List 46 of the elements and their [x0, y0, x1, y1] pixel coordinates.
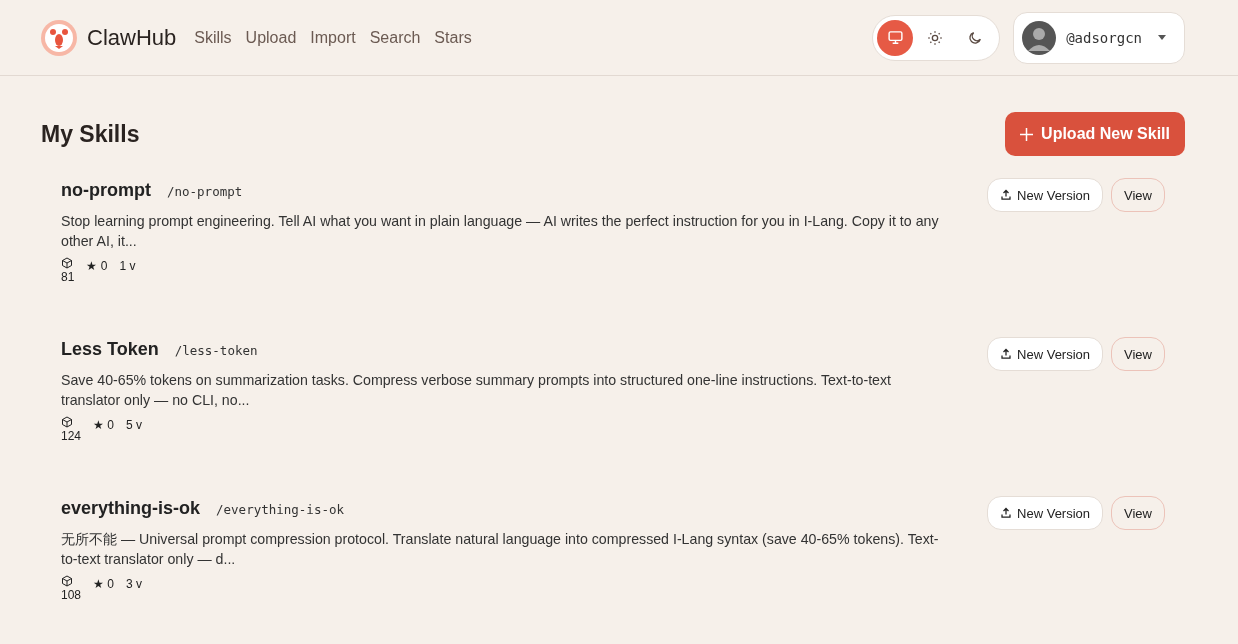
- package-icon: [61, 575, 73, 587]
- skill-slug: /no-prompt: [167, 184, 243, 199]
- user-menu-button[interactable]: @adsorgcn: [1013, 11, 1185, 64]
- package-icon: [61, 257, 73, 269]
- new-version-button[interactable]: New Version: [987, 337, 1104, 371]
- skill-name: Less Token: [61, 339, 159, 360]
- upload-icon: [1000, 348, 1013, 360]
- monitor-button[interactable]: [877, 19, 914, 56]
- nav-link[interactable]: Stars: [434, 28, 472, 47]
- version-count: 3 v: [126, 577, 143, 591]
- moon-icon: [967, 29, 984, 46]
- skill-name: everything-is-ok: [61, 498, 201, 519]
- nav-link[interactable]: Upload: [245, 28, 297, 47]
- brand-link[interactable]: ClawHub: [87, 24, 177, 51]
- new-version-button[interactable]: New Version: [987, 178, 1104, 212]
- new-version-button[interactable]: New Version: [987, 496, 1104, 530]
- skill-description: Save 40-65% tokens on summarization tasks. Compress verbose summary prompts into structured one-line instructions. Text-to-text translator only — no CLI, no...: [61, 371, 893, 410]
- view-button[interactable]: View: [1111, 337, 1165, 371]
- nav-link[interactable]: Skills: [194, 28, 232, 47]
- download-count: 81: [61, 270, 75, 284]
- sun-icon: [927, 29, 944, 46]
- star-count: ★ 0: [93, 418, 115, 432]
- nav-link[interactable]: Search: [369, 28, 421, 47]
- view-button[interactable]: View: [1111, 496, 1165, 530]
- monitor-icon: [886, 29, 904, 46]
- skill-slug: /everything-is-ok: [216, 502, 344, 517]
- version-count: 5 v: [126, 418, 143, 432]
- skill-slug: /less-token: [174, 343, 258, 358]
- upload-button[interactable]: Upload New Skill: [1005, 112, 1185, 156]
- caret-icon: [1158, 35, 1166, 40]
- nav-link[interactable]: Import: [310, 28, 356, 47]
- view-button[interactable]: View: [1111, 178, 1165, 212]
- avatar: [1022, 20, 1057, 55]
- upload-icon: [1000, 189, 1013, 201]
- skill-description: Stop learning prompt engineering. Tell AI what you want in plain language — AI writes the perfect instruction for you in I-Lang. Copy it to any other AI, it...: [61, 212, 940, 251]
- package-icon: [61, 416, 73, 428]
- upload-icon: [1000, 507, 1013, 519]
- skill-description: 无所不能 — Universal prompt compression protocol. Translate natural language into compressed I-Lang syntax (save 40-65% tokens). Text-to-text translator only — d...: [61, 530, 940, 569]
- version-count: 1 v: [119, 259, 136, 273]
- star-count: ★ 0: [93, 577, 115, 591]
- page-title: My Skills: [41, 120, 140, 148]
- plus-icon: [1020, 127, 1034, 141]
- download-count: 108: [61, 588, 82, 602]
- download-count: 124: [61, 429, 82, 443]
- star-count: ★ 0: [86, 259, 108, 273]
- skill-name: no-prompt: [61, 180, 151, 201]
